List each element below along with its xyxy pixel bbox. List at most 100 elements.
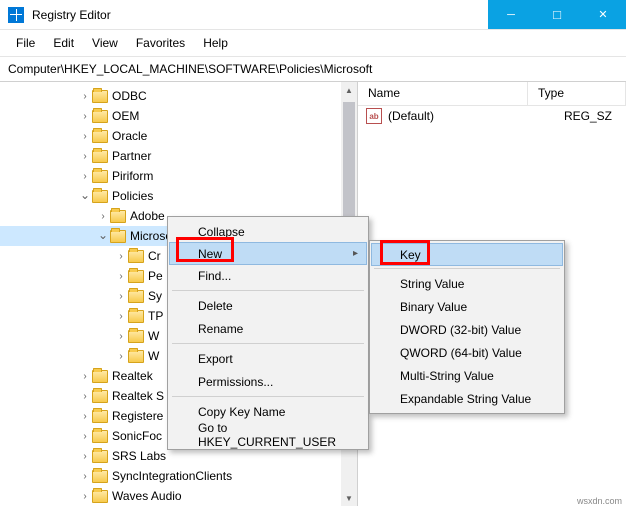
ctx-new-qword[interactable]: QWORD (64-bit) Value xyxy=(372,341,562,364)
values-header: Name Type xyxy=(358,82,626,106)
regedit-icon xyxy=(8,7,24,23)
ctx-permissions[interactable]: Permissions... xyxy=(170,370,366,393)
title-bar: Registry Editor xyxy=(0,0,626,30)
folder-icon xyxy=(92,470,108,483)
ctx-new-key[interactable]: Key xyxy=(371,243,563,266)
column-type[interactable]: Type xyxy=(528,82,626,105)
chevron-right-icon[interactable] xyxy=(78,371,92,382)
string-value-icon xyxy=(366,108,382,124)
tree-item-partner[interactable]: Partner xyxy=(0,146,341,166)
folder-icon xyxy=(92,450,108,463)
chevron-right-icon[interactable] xyxy=(114,311,128,322)
folder-icon xyxy=(92,150,108,163)
maximize-button[interactable] xyxy=(534,0,580,29)
ctx-delete[interactable]: Delete xyxy=(170,294,366,317)
window-controls xyxy=(488,0,626,29)
menu-view[interactable]: View xyxy=(84,34,126,52)
chevron-right-icon[interactable] xyxy=(78,451,92,462)
scroll-down-icon[interactable]: ▼ xyxy=(341,490,357,506)
menu-file[interactable]: File xyxy=(8,34,43,52)
chevron-right-icon[interactable] xyxy=(78,111,92,122)
chevron-down-icon[interactable] xyxy=(78,191,92,202)
tree-item-label: Waves Audio xyxy=(112,489,182,503)
chevron-right-icon[interactable] xyxy=(78,131,92,142)
folder-icon xyxy=(92,430,108,443)
chevron-right-icon[interactable] xyxy=(78,151,92,162)
folder-icon xyxy=(128,250,144,263)
column-name[interactable]: Name xyxy=(358,82,528,105)
chevron-down-icon[interactable] xyxy=(96,231,110,242)
ctx-goto-hkcu[interactable]: Go to HKEY_CURRENT_USER xyxy=(170,423,366,446)
menu-bar: File Edit View Favorites Help xyxy=(0,30,626,57)
chevron-right-icon[interactable] xyxy=(78,411,92,422)
ctx-rename[interactable]: Rename xyxy=(170,317,366,340)
ctx-separator xyxy=(172,343,364,344)
chevron-right-icon[interactable] xyxy=(78,491,92,502)
scroll-thumb[interactable] xyxy=(343,102,355,222)
tree-item-odbc[interactable]: ODBC xyxy=(0,86,341,106)
ctx-new-string[interactable]: String Value xyxy=(372,272,562,295)
tree-item-oracle[interactable]: Oracle xyxy=(0,126,341,146)
chevron-right-icon[interactable] xyxy=(78,431,92,442)
folder-icon xyxy=(128,310,144,323)
tree-item-label: SonicFoc xyxy=(112,429,162,443)
address-bar[interactable]: Computer\HKEY_LOCAL_MACHINE\SOFTWARE\Pol… xyxy=(0,57,626,82)
chevron-right-icon[interactable] xyxy=(78,91,92,102)
chevron-right-icon[interactable] xyxy=(114,291,128,302)
tree-item-label: Realtek S xyxy=(112,389,164,403)
chevron-right-icon[interactable] xyxy=(114,271,128,282)
ctx-find[interactable]: Find... xyxy=(170,264,366,287)
folder-icon xyxy=(128,350,144,363)
tree-item-label: Oracle xyxy=(112,129,147,143)
folder-icon xyxy=(92,90,108,103)
tree-item-piriform[interactable]: Piriform xyxy=(0,166,341,186)
ctx-new-dword[interactable]: DWORD (32-bit) Value xyxy=(372,318,562,341)
tree-item-label: Realtek xyxy=(112,369,153,383)
folder-icon xyxy=(128,290,144,303)
chevron-right-icon[interactable] xyxy=(78,471,92,482)
close-button[interactable] xyxy=(580,0,626,29)
folder-icon xyxy=(110,230,126,243)
tree-item-label: Sy xyxy=(148,289,162,303)
menu-favorites[interactable]: Favorites xyxy=(128,34,193,52)
tree-item-syncintegrationclients[interactable]: SyncIntegrationClients xyxy=(0,466,341,486)
ctx-collapse[interactable]: Collapse xyxy=(170,220,366,243)
tree-item-oem[interactable]: OEM xyxy=(0,106,341,126)
ctx-new[interactable]: New xyxy=(169,242,367,265)
folder-icon xyxy=(92,490,108,503)
chevron-right-icon[interactable] xyxy=(78,391,92,402)
tree-item-waves-audio[interactable]: Waves Audio xyxy=(0,486,341,506)
menu-edit[interactable]: Edit xyxy=(45,34,82,52)
context-menu-key: Collapse New Find... Delete Rename Expor… xyxy=(167,216,369,450)
menu-help[interactable]: Help xyxy=(195,34,236,52)
tree-item-label: W xyxy=(148,349,159,363)
ctx-new-expand[interactable]: Expandable String Value xyxy=(372,387,562,410)
chevron-right-icon[interactable] xyxy=(78,171,92,182)
chevron-right-icon[interactable] xyxy=(96,211,110,222)
folder-icon xyxy=(92,390,108,403)
tree-item-policies[interactable]: Policies xyxy=(0,186,341,206)
value-row[interactable]: (Default) REG_SZ xyxy=(358,106,626,126)
tree-item-label: TP xyxy=(148,309,163,323)
ctx-separator xyxy=(172,396,364,397)
folder-icon xyxy=(92,130,108,143)
folder-icon xyxy=(92,370,108,383)
tree-item-label: W xyxy=(148,329,159,343)
ctx-new-multi[interactable]: Multi-String Value xyxy=(372,364,562,387)
tree-item-label: Piriform xyxy=(112,169,153,183)
ctx-new-binary[interactable]: Binary Value xyxy=(372,295,562,318)
chevron-right-icon[interactable] xyxy=(114,251,128,262)
tree-item-label: SRS Labs xyxy=(112,449,166,463)
chevron-right-icon[interactable] xyxy=(114,331,128,342)
scroll-up-icon[interactable]: ▲ xyxy=(341,82,357,98)
folder-icon xyxy=(128,330,144,343)
source-tag: wsxdn.com xyxy=(577,496,622,506)
minimize-button[interactable] xyxy=(488,0,534,29)
chevron-right-icon[interactable] xyxy=(114,351,128,362)
tree-item-label: Policies xyxy=(112,189,153,203)
folder-icon xyxy=(92,170,108,183)
ctx-export[interactable]: Export xyxy=(170,347,366,370)
folder-icon xyxy=(92,190,108,203)
value-type: REG_SZ xyxy=(554,109,626,123)
folder-icon xyxy=(110,210,126,223)
